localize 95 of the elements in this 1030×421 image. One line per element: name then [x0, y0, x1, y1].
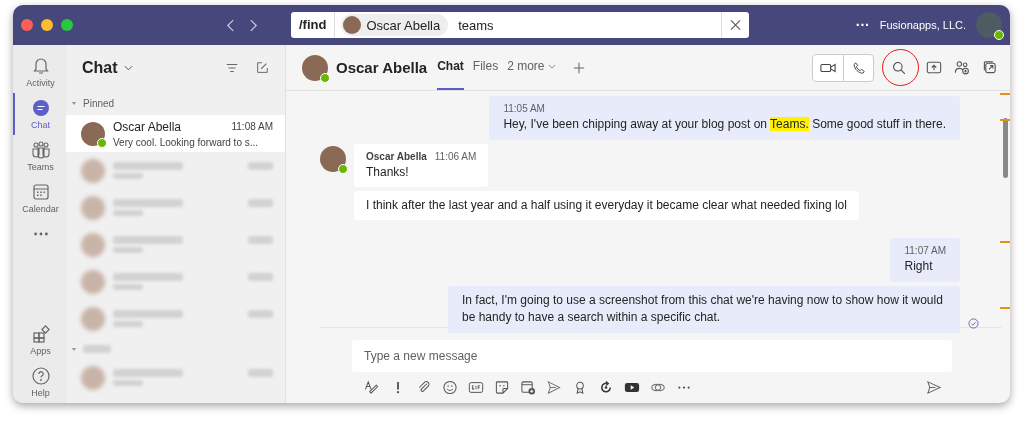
video-play-icon[interactable] — [624, 380, 640, 395]
person-chip[interactable]: Oscar Abella — [341, 14, 449, 36]
message-text: I think after the last year and a half using it everyday it became clear what needed fixing lol — [366, 197, 847, 214]
blurred-avatar — [81, 232, 105, 257]
blurred-text — [248, 199, 273, 207]
blurred-text — [248, 369, 273, 377]
blurred-text — [248, 162, 273, 170]
tab[interactable]: Files — [472, 45, 499, 90]
chat-list-item[interactable]: Oscar Abella 11:08 AM Very cool. Looking forward to s... — [66, 115, 285, 152]
blurred-text — [113, 162, 183, 170]
message-text: Hey, I've been chipping away at your blog post on Teams. Some good stuff in there. — [503, 116, 946, 133]
blurred-text — [113, 247, 143, 253]
chevron-down-icon — [547, 64, 556, 69]
forward-icon[interactable] — [249, 18, 258, 32]
blurred-text — [113, 173, 143, 179]
more-icon — [33, 232, 48, 236]
search-icon — [891, 60, 907, 75]
command-label: /find — [291, 12, 336, 38]
caret-icon[interactable] — [71, 346, 77, 352]
blurred-text — [113, 380, 143, 386]
tab[interactable]: 2 more — [507, 45, 556, 90]
add-people-icon[interactable] — [954, 60, 970, 75]
schedule-meeting-icon[interactable] — [520, 380, 536, 395]
phone-icon — [851, 60, 867, 75]
app-bar-item[interactable]: Apps — [13, 319, 66, 361]
add-tab-icon[interactable] — [572, 61, 585, 74]
app-bar-item[interactable]: Activity — [13, 51, 66, 93]
search-query: teams — [458, 17, 495, 33]
avatar-icon — [81, 121, 105, 146]
message-time: 11:08 AM — [231, 121, 273, 132]
people-group-icon — [30, 140, 51, 160]
app-bar-item[interactable]: Calendar — [13, 177, 66, 219]
loop-icon[interactable] — [598, 380, 614, 395]
send-icon[interactable] — [926, 380, 942, 395]
blurred-text — [113, 210, 143, 216]
avatar-icon — [320, 146, 346, 172]
blurred-avatar — [81, 195, 105, 220]
profile-avatar[interactable] — [976, 12, 1002, 38]
message-text: In fact, I'm going to use a screenshot from this chat we're having now to show how it would be handy to have a search within a specific chat. — [462, 292, 944, 326]
tab[interactable]: Chat — [437, 45, 464, 90]
blurred-text — [113, 284, 143, 290]
message-time: 11:05 AM — [503, 102, 545, 116]
blurred-avatar — [81, 158, 105, 183]
message-text: Thanks! — [366, 164, 410, 181]
emoji-icon[interactable] — [442, 380, 458, 395]
bell-icon — [30, 56, 51, 76]
minimize-window-icon[interactable] — [41, 19, 53, 31]
send-arrow-icon[interactable] — [546, 380, 562, 395]
section-title[interactable]: Pinned — [83, 98, 115, 109]
chat-list-title[interactable]: Chat — [82, 58, 118, 77]
organization-name[interactable]: Fusionapps, LLC. — [879, 19, 966, 31]
contact-name: Oscar Abella — [113, 119, 182, 134]
search-field[interactable]: /find Oscar Abella teams — [291, 12, 749, 38]
share-screen-icon[interactable] — [926, 60, 942, 75]
format-icon[interactable] — [364, 380, 380, 395]
chevron-down-icon[interactable] — [123, 64, 133, 71]
more-options[interactable]: ··· — [855, 17, 870, 33]
blurred-text — [113, 310, 183, 318]
blurred-avatar — [81, 306, 105, 331]
blurred-text — [248, 236, 273, 244]
blurred-text — [113, 321, 143, 327]
message-time: 11:07 AM — [904, 244, 946, 258]
blurred-text — [113, 273, 183, 281]
message-text: Right — [904, 258, 934, 275]
blurred-avatar — [81, 365, 105, 390]
app-bar-item[interactable]: Help — [13, 361, 66, 403]
gif-icon[interactable] — [468, 380, 484, 395]
avatar-icon — [343, 16, 362, 34]
apps-icon — [30, 324, 51, 344]
help-icon — [30, 366, 51, 386]
blurred-text — [248, 273, 273, 281]
blurred-text — [248, 310, 273, 318]
blurred-avatar — [81, 269, 105, 294]
caret-icon[interactable] — [71, 101, 77, 106]
message-preview: Very cool. Looking forward to s... — [113, 136, 260, 148]
avatar-icon — [302, 54, 328, 81]
blurred-text — [83, 345, 111, 353]
pop-out-icon[interactable] — [982, 60, 998, 75]
compose-icon[interactable] — [255, 60, 269, 75]
calendar-icon — [30, 182, 51, 202]
message-time: 11:06 AM — [434, 150, 477, 164]
chat-bubble-icon — [30, 98, 51, 118]
blurred-text — [113, 369, 183, 377]
back-icon[interactable] — [226, 18, 235, 32]
contact-name: Oscar Abella — [336, 59, 428, 76]
close-window-icon[interactable] — [21, 19, 33, 31]
maximize-window-icon[interactable] — [61, 19, 73, 31]
blurred-text — [113, 199, 183, 207]
video-camera-icon — [820, 60, 836, 75]
sender-name: Oscar Abella — [366, 150, 427, 164]
sticker-icon[interactable] — [494, 380, 510, 395]
blurred-text — [113, 236, 183, 244]
paperclip-icon[interactable] — [416, 380, 432, 395]
app-bar-item[interactable]: Teams — [13, 135, 66, 177]
message-input[interactable]: Type a new message — [352, 340, 952, 372]
